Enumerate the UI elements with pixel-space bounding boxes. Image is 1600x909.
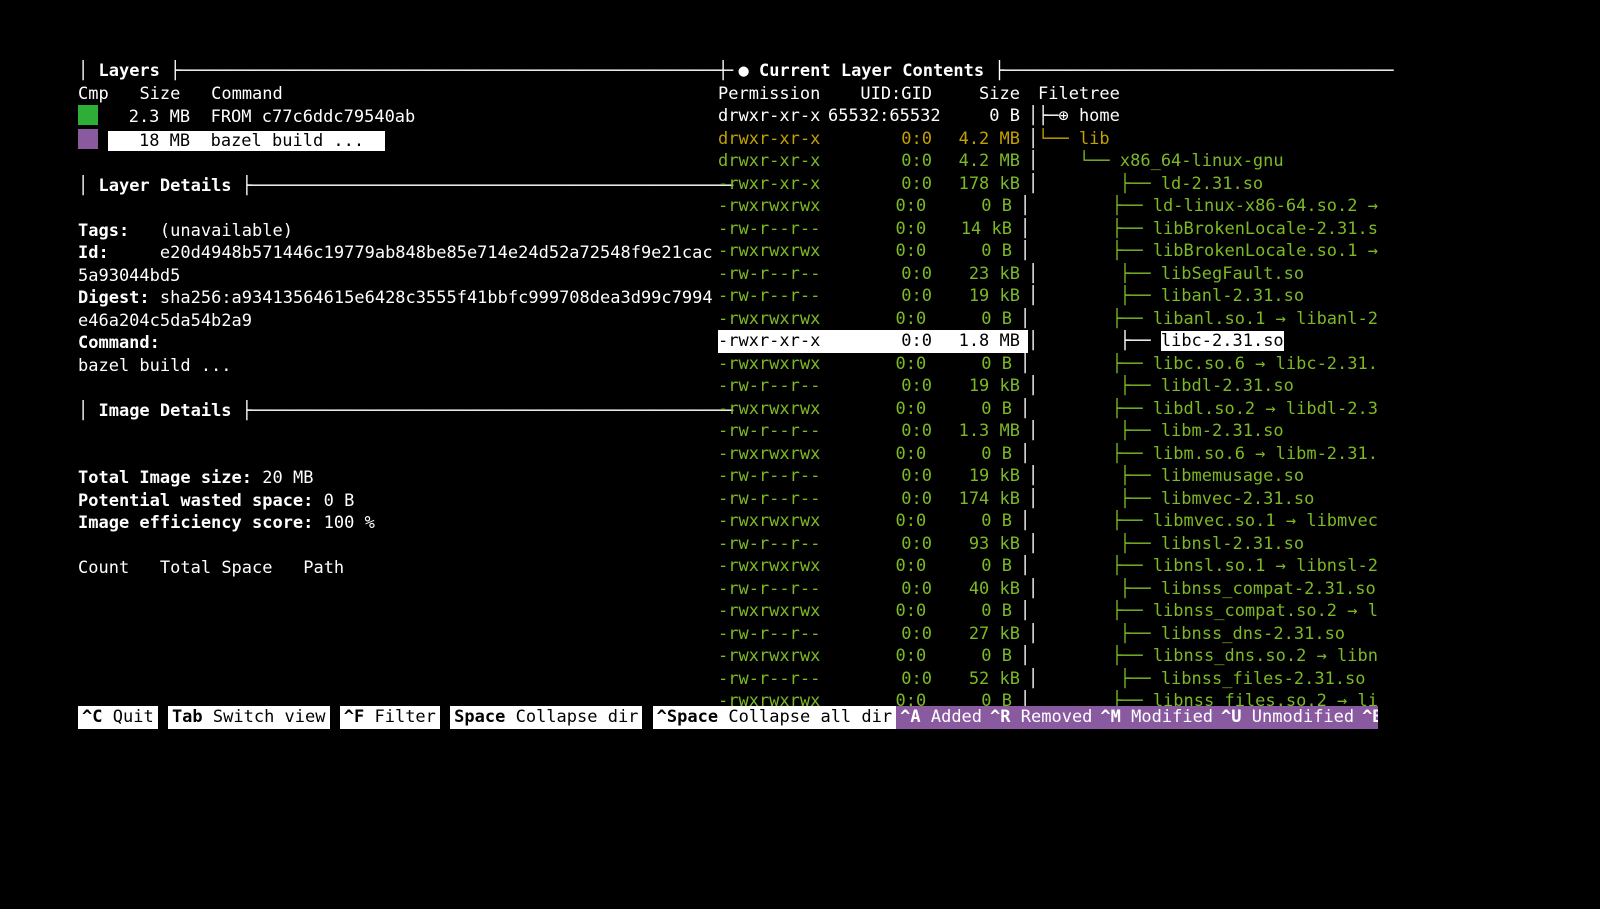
key-filter[interactable]: ^F Filter [340, 706, 440, 729]
detail-command-value: bazel build ... [78, 355, 718, 378]
cmp-swatch [78, 129, 98, 149]
wasted-table-header: Count Total Space Path [78, 557, 718, 580]
layers-header: Cmp Size Command [78, 83, 718, 106]
filetree-row[interactable]: drwxr-xr-x0:04.2 MB│ └── x86_64-linux-gn… [718, 150, 1378, 173]
filetree-row[interactable]: drwxr-xr-x65532:655320 B│├─⊕ home [718, 105, 1378, 128]
key-modified[interactable]: ^M Modified [1096, 706, 1217, 729]
contents-pane-title: │ ● Current Layer Contents ├────────────… [718, 60, 1378, 83]
filetree-row[interactable]: -rwxrwxrwx0:00 B│ ├── libBrokenLocale.so… [718, 240, 1378, 263]
image-total-size: Total Image size: 20 MB [78, 467, 718, 490]
filetree-row[interactable]: -rw-r--r--0:01.3 MB│ ├── libm-2.31.so [718, 420, 1378, 443]
detail-command-label: Command: [78, 332, 718, 355]
filetree-row[interactable]: -rwxrwxrwx0:00 B│ ├── libm.so.6 → libm-2… [718, 443, 1378, 466]
filetree-row[interactable]: -rwxrwxrwx0:00 B│ ├── libc.so.6 → libc-2… [718, 353, 1378, 376]
filetree-row[interactable]: -rw-r--r--0:019 kB│ ├── libdl-2.31.so [718, 375, 1378, 398]
filetree-row[interactable]: -rw-r--r--0:019 kB│ ├── libmemusage.so [718, 465, 1378, 488]
filetree-row[interactable]: -rwxrwxrwx0:00 B│ ├── libdl.so.2 → libdl… [718, 398, 1378, 421]
key-quit[interactable]: ^C Quit [78, 706, 158, 729]
filetree-row[interactable]: -rw-r--r--0:093 kB│ ├── libnsl-2.31.so [718, 533, 1378, 556]
filetree-row[interactable]: -rwxr-xr-x0:01.8 MB│ ├── libc-2.31.so [718, 330, 1378, 353]
layer-details-title: │ Layer Details ├───────────────────────… [78, 175, 718, 198]
filetree-row[interactable]: -rw-r--r--0:0174 kB│ ├── libmvec-2.31.so [718, 488, 1378, 511]
contents-header: PermissionUID:GIDSize Filetree [718, 83, 1378, 106]
filetree-row[interactable]: -rwxr-xr-x0:0178 kB│ ├── ld-2.31.so [718, 173, 1378, 196]
cmp-swatch [78, 105, 98, 125]
key-attr[interactable]: ^B Attr [1358, 706, 1378, 729]
filetree-row[interactable]: -rw-r--r--0:014 kB│ ├── libBrokenLocale-… [718, 218, 1378, 241]
filetree-row[interactable]: -rwxrwxrwx0:00 B│ ├── libnss_compat.so.2… [718, 600, 1378, 623]
filetree-row[interactable]: -rwxrwxrwx0:00 B│ ├── libnss_dns.so.2 → … [718, 645, 1378, 668]
filetree-row[interactable]: -rw-r--r--0:052 kB│ ├── libnss_files-2.3… [718, 668, 1378, 691]
layer-row[interactable]: 2.3 MB FROM c77c6ddc79540ab [78, 105, 718, 129]
filetree-row[interactable]: -rw-r--r--0:040 kB│ ├── libnss_compat-2.… [718, 578, 1378, 601]
filetree-row[interactable]: -rwxrwxrwx0:00 B│ ├── ld-linux-x86-64.so… [718, 195, 1378, 218]
filetree-row[interactable]: -rwxrwxrwx0:00 B│ ├── libnsl.so.1 → libn… [718, 555, 1378, 578]
footer-keybar: ^C Quit Tab Switch view ^F Filter Space … [78, 706, 1378, 729]
detail-digest: Digest: sha256:a93413564615e6428c3555f41… [78, 287, 718, 332]
filetree-row[interactable]: -rw-r--r--0:027 kB│ ├── libnss_dns-2.31.… [718, 623, 1378, 646]
image-wasted: Potential wasted space: 0 B [78, 490, 718, 513]
image-details-title: │ Image Details ├───────────────────────… [78, 400, 718, 423]
key-removed[interactable]: ^R Removed [986, 706, 1096, 729]
filetree-row[interactable]: -rw-r--r--0:019 kB│ ├── libanl-2.31.so [718, 285, 1378, 308]
filetree-row[interactable]: drwxr-xr-x0:04.2 MB│└── lib [718, 128, 1378, 151]
filetree-row[interactable]: -rwxrwxrwx0:00 B│ ├── libmvec.so.1 → lib… [718, 510, 1378, 533]
key-collapse-dir[interactable]: Space Collapse dir [450, 706, 642, 729]
filetree-row[interactable]: -rw-r--r--0:023 kB│ ├── libSegFault.so [718, 263, 1378, 286]
image-efficiency: Image efficiency score: 100 % [78, 512, 718, 535]
layer-row[interactable]: 18 MB bazel build ... [78, 129, 718, 153]
key-added[interactable]: ^A Added [896, 706, 986, 729]
detail-tags: Tags: (unavailable) [78, 220, 718, 243]
key-collapse-all[interactable]: ^Space Collapse all dir [653, 706, 896, 729]
key-tab[interactable]: Tab Switch view [168, 706, 330, 729]
key-unmodified[interactable]: ^U Unmodified [1217, 706, 1358, 729]
filetree-row[interactable]: -rwxrwxrwx0:00 B│ ├── libanl.so.1 → liba… [718, 308, 1378, 331]
detail-id: Id: e20d4948b571446c19779ab848be85e714e2… [78, 242, 718, 287]
layers-pane-title: │ Layers ├──────────────────────────────… [78, 60, 718, 83]
